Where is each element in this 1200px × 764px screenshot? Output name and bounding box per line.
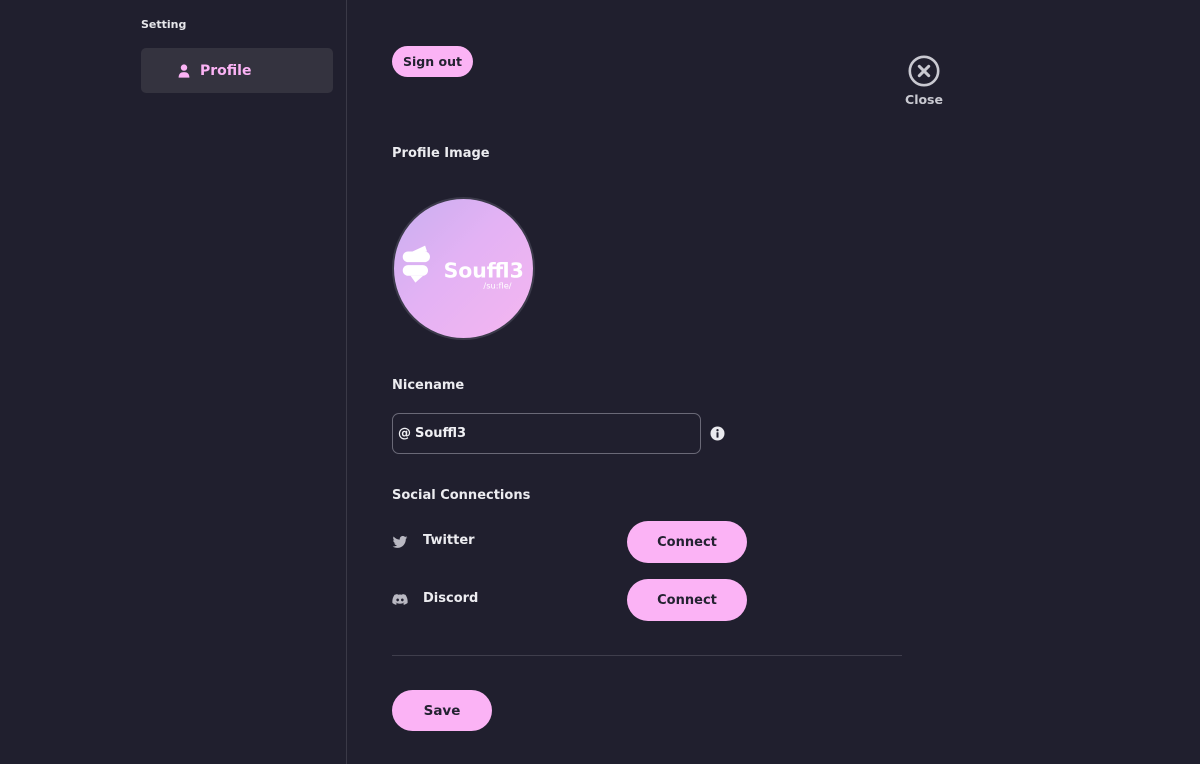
save-button[interactable]: Save xyxy=(392,690,492,731)
close-button[interactable]: Close xyxy=(900,55,948,107)
connect-twitter-button[interactable]: Connect xyxy=(627,521,747,563)
sign-out-button[interactable]: Sign out xyxy=(392,46,473,77)
nicename-field[interactable]: @ Souffl3 xyxy=(392,413,701,454)
twitter-icon xyxy=(392,536,408,548)
avatar[interactable]: Souffl3 /su:fle/ xyxy=(392,197,535,340)
settings-page: Setting Profile Sign out Close Profile I… xyxy=(0,0,1200,764)
close-label: Close xyxy=(905,92,943,107)
nicename-value: Souffl3 xyxy=(415,426,467,441)
connect-discord-button[interactable]: Connect xyxy=(627,579,747,621)
sidebar-divider xyxy=(346,0,347,764)
sidebar-item-label: Profile xyxy=(200,62,252,79)
section-divider xyxy=(392,655,902,656)
twitter-label: Twitter xyxy=(423,533,475,548)
profile-image-label: Profile Image xyxy=(392,146,490,161)
discord-label: Discord xyxy=(423,591,479,606)
info-icon[interactable] xyxy=(710,426,725,441)
logo-subtext: /su:fle/ xyxy=(483,280,511,290)
social-connections-label: Social Connections xyxy=(392,488,531,503)
discord-icon xyxy=(392,594,408,605)
close-icon xyxy=(908,55,940,87)
logo-mark-icon xyxy=(402,245,430,283)
social-row-twitter: Twitter Connect xyxy=(392,521,752,563)
user-icon xyxy=(178,63,190,78)
sidebar-heading: Setting xyxy=(141,18,187,31)
social-row-discord: Discord Connect xyxy=(392,579,752,621)
sidebar-item-profile[interactable]: Profile xyxy=(141,48,333,93)
at-prefix: @ xyxy=(398,426,411,441)
logo-text: Souffl3 xyxy=(444,259,524,283)
nicename-label: Nicename xyxy=(392,378,465,393)
